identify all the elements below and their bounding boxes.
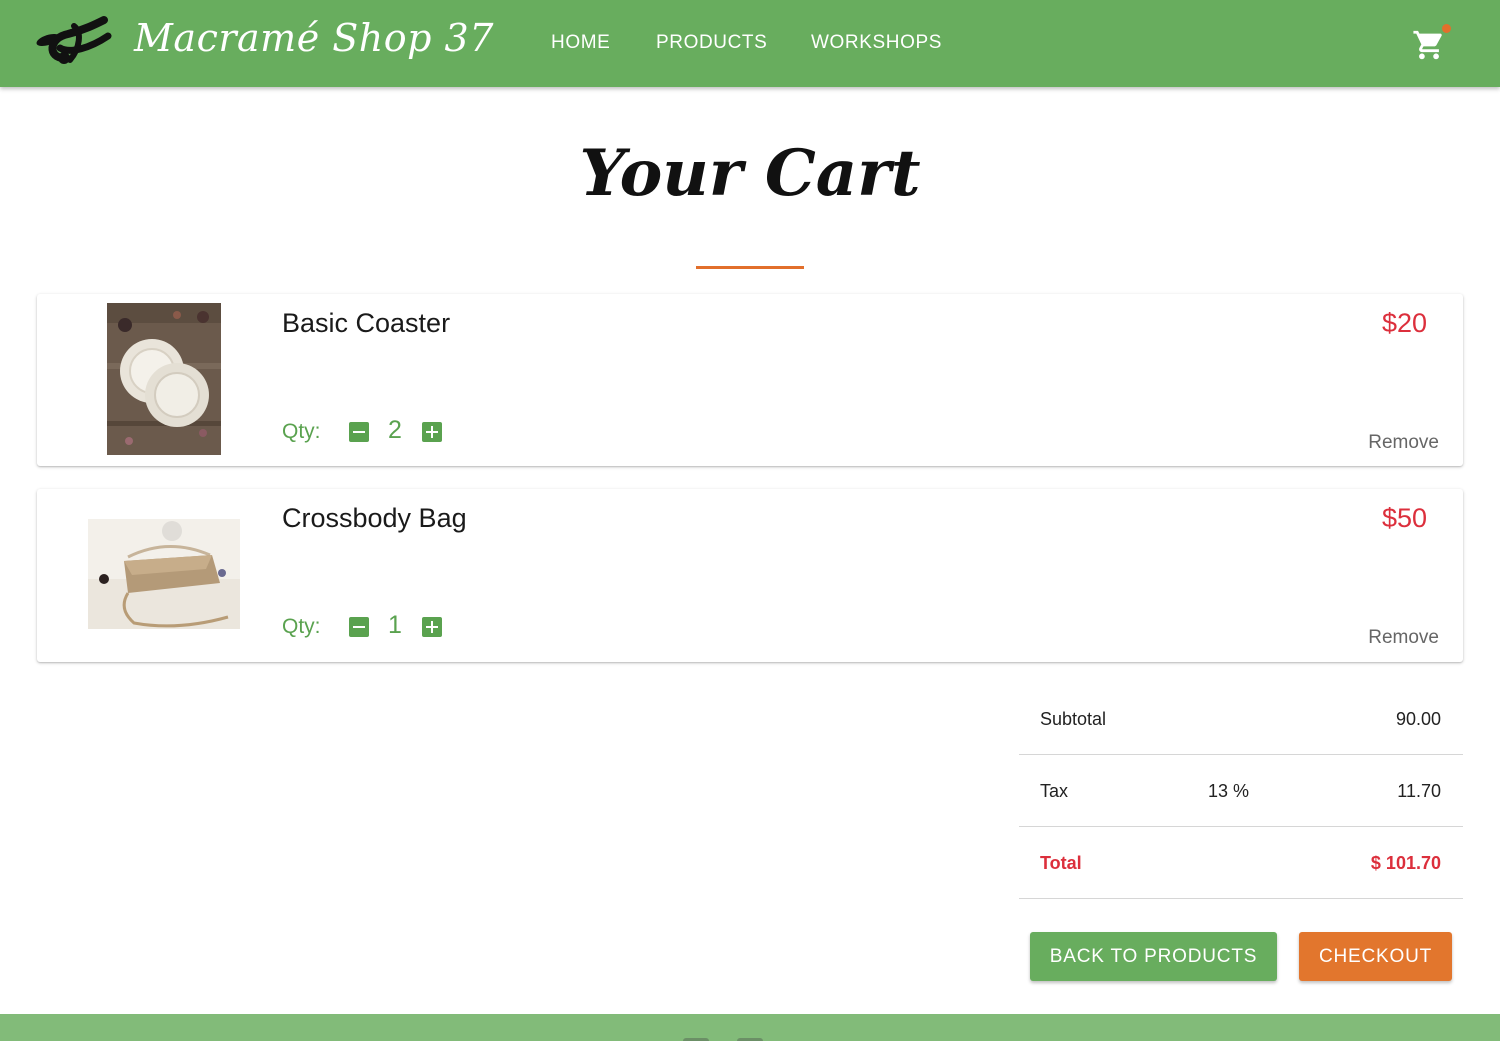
tax-label: Tax: [1040, 781, 1069, 801]
cart-item: Crossbody Bag $50 Qty: 1 Remove: [37, 489, 1463, 662]
remove-button[interactable]: Remove: [1368, 432, 1439, 454]
product-image-basic-coaster: [107, 303, 221, 455]
plus-icon: [431, 621, 433, 633]
remove-button[interactable]: Remove: [1368, 627, 1439, 649]
item-price: $50: [1381, 503, 1427, 533]
subtotal-value: 90.00: [1395, 709, 1441, 729]
item-name: Basic Coaster: [282, 308, 451, 338]
qty-decrease-button[interactable]: [349, 422, 369, 442]
page-title: Your Cart: [579, 136, 921, 211]
minus-icon: [353, 431, 365, 433]
footer: [0, 1014, 1500, 1041]
total-row: Total $ 101.70: [1019, 827, 1463, 899]
tax-row: Tax 13 % 11.70: [1019, 755, 1463, 827]
cart-badge-dot: [1442, 24, 1451, 33]
qty-decrease-button[interactable]: [349, 617, 369, 637]
order-summary: Subtotal 90.00 Tax 13 % 11.70 Total $ 10…: [1019, 683, 1463, 899]
qty-label: Qty:: [282, 420, 321, 443]
qty-increase-button[interactable]: [422, 422, 442, 442]
item-name: Crossbody Bag: [282, 503, 467, 533]
plus-icon: [431, 426, 433, 438]
qty-label: Qty:: [282, 615, 321, 638]
nav-products[interactable]: PRODUCTS: [656, 32, 767, 54]
tax-value: 11.70: [1397, 781, 1441, 801]
nav-home[interactable]: HOME: [551, 32, 610, 54]
subtotal-row: Subtotal 90.00: [1019, 683, 1463, 755]
cart-button[interactable]: [1412, 24, 1454, 64]
knot-logo-icon[interactable]: [34, 14, 114, 70]
tax-rate: 13 %: [1208, 781, 1250, 801]
brand-name[interactable]: Macramé Shop 37: [134, 16, 494, 72]
top-navbar: Macramé Shop 37 HOME PRODUCTS WORKSHOPS: [0, 0, 1500, 87]
product-image-crossbody-bag: [88, 519, 240, 629]
total-label: Total: [1040, 853, 1082, 873]
nav-workshops[interactable]: WORKSHOPS: [811, 32, 942, 54]
qty-value: 1: [388, 611, 402, 639]
qty-increase-button[interactable]: [422, 617, 442, 637]
cart-item: Basic Coaster $20 Qty: 2 Remove: [37, 294, 1463, 466]
total-value: $ 101.70: [1370, 853, 1441, 873]
subtotal-label: Subtotal: [1040, 709, 1107, 729]
qty-value: 2: [388, 416, 402, 444]
shopping-cart-icon: [1413, 30, 1442, 60]
checkout-button[interactable]: CHECKOUT: [1299, 932, 1452, 981]
back-to-products-button[interactable]: BACK TO PRODUCTS: [1030, 932, 1277, 981]
minus-icon: [353, 626, 365, 628]
item-price: $20: [1381, 308, 1427, 338]
title-underline: [696, 266, 804, 269]
